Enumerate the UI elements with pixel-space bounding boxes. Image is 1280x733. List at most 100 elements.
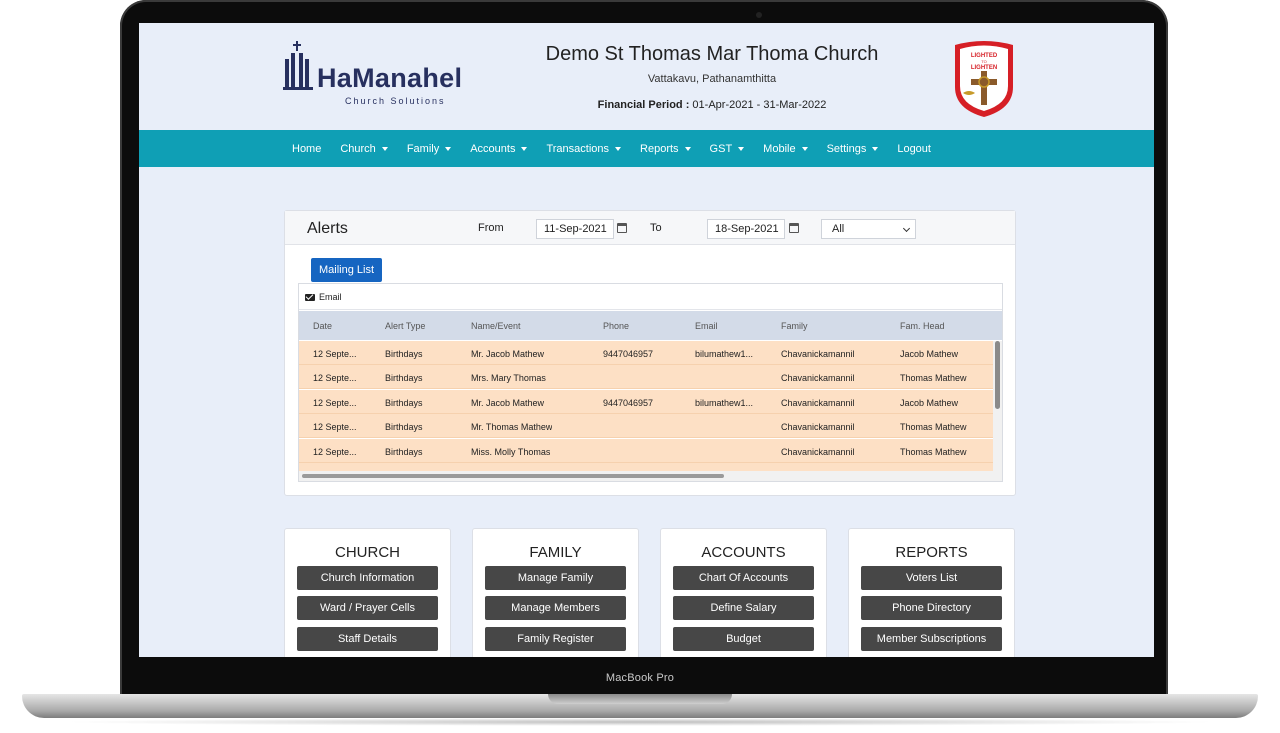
table-row[interactable]: 12 Septe... Birthdays Miss. Molly Thomas Ch…	[299, 438, 993, 463]
nav-item-settings[interactable]: Settings	[827, 143, 879, 155]
grid-body: 12 Septe... Birthdays Mr. Jacob Mathew 9447…	[299, 341, 993, 471]
alerts-toolbar: Alerts From 11-Sep-2021 To 18-Sep-2021 A…	[285, 211, 1015, 245]
table-cell: Mr. Thomas Mathew	[471, 422, 553, 433]
caret-down-icon	[872, 146, 879, 151]
table-row[interactable]: 12 Septe...BirthdaysMr. Mathew Jacob9447…	[299, 463, 993, 471]
financial-period-value: 01-Apr-2021 - 31-Mar-2022	[692, 99, 827, 111]
group-label: Email	[319, 292, 342, 302]
nav-item-label: Church	[340, 142, 376, 155]
table-cell: Birthdays	[385, 397, 423, 408]
table-cell: Birthdays	[385, 446, 423, 457]
financial-period-label: Financial Period :	[597, 99, 690, 111]
from-date-input[interactable]: 11-Sep-2021	[536, 219, 614, 239]
brand-logo[interactable]: HaManahel Church Solutions	[283, 41, 462, 111]
table-cell: bilumathew1...	[695, 397, 754, 408]
nav-item-church[interactable]: Church	[340, 142, 388, 155]
to-date-input[interactable]: 18-Sep-2021	[707, 219, 785, 239]
alert-type-select-value: All	[832, 223, 845, 235]
laptop-notch	[548, 694, 732, 704]
to-label: To	[650, 222, 662, 234]
table-row[interactable]: 12 Septe... Birthdays Mr. Jacob Mathew 9447…	[299, 341, 993, 365]
table-cell: Thomas Mathew	[900, 422, 967, 433]
caret-down-icon	[738, 146, 745, 151]
column-header-family[interactable]: Family	[781, 321, 808, 331]
nav-item-gst[interactable]: GST	[710, 143, 745, 155]
nav-item-accounts[interactable]: Accounts	[470, 142, 528, 155]
module-button-member-subscriptions[interactable]: Member Subscriptions	[861, 626, 1002, 651]
module-card-church: CHURCH Church Information Ward / Prayer Ce…	[284, 528, 451, 657]
module-title: REPORTS	[895, 544, 968, 561]
logo-tagline: Church Solutions	[345, 96, 446, 106]
column-header-fam-head[interactable]: Fam. Head	[900, 321, 945, 331]
table-cell: Miss. Molly Thomas	[471, 446, 551, 457]
module-button-ward-prayer-cells[interactable]: Ward / Prayer Cells	[297, 596, 438, 621]
nav-item-reports[interactable]: Reports	[640, 143, 691, 155]
nav-item-label: GST	[709, 142, 733, 155]
alert-type-select[interactable]: All	[821, 219, 916, 239]
table-cell: Mr. Jacob Mathew	[471, 397, 545, 408]
calendar-icon[interactable]	[617, 223, 627, 233]
horizontal-scrollbar[interactable]	[299, 471, 1002, 481]
nav-item-logout[interactable]: Logout	[897, 143, 931, 155]
module-button-family-register[interactable]: Family Register	[485, 626, 626, 651]
caret-down-icon	[521, 146, 528, 151]
chevron-down-icon	[902, 224, 911, 233]
table-cell: bilumathew1...	[695, 349, 754, 359]
module-button-phone-directory[interactable]: Phone Directory	[861, 596, 1002, 621]
nav-item-label: Reports	[640, 142, 679, 155]
nav-item-label: Home	[292, 142, 322, 155]
module-button-define-salary[interactable]: Define Salary	[673, 596, 814, 621]
module-button-chart-of-accounts[interactable]: Chart Of Accounts	[673, 566, 814, 590]
module-button-manage-members[interactable]: Manage Members	[485, 596, 626, 621]
camera-icon	[756, 12, 762, 18]
vertical-scrollbar[interactable]	[993, 341, 1002, 471]
nav-item-transactions[interactable]: Transactions	[546, 142, 622, 155]
module-button-voters-list[interactable]: Voters List	[861, 566, 1002, 590]
nav-item-label: Settings	[826, 142, 867, 155]
module-title: ACCOUNTS	[701, 544, 786, 561]
table-cell: 12 Septe...	[313, 373, 357, 384]
nav-item-family[interactable]: Family	[407, 143, 452, 155]
caret-down-icon	[615, 146, 622, 151]
caret-down-icon	[801, 146, 808, 151]
horizontal-scrollbar-thumb[interactable]	[302, 474, 724, 478]
module-button-manage-family[interactable]: Manage Family	[485, 566, 626, 590]
module-button-church-information[interactable]: Church Information	[297, 566, 438, 590]
mailing-list-button[interactable]: Mailing List	[311, 258, 382, 282]
module-button-staff-details[interactable]: Staff Details	[297, 626, 438, 651]
emblem-text-3: LIGHTEN	[971, 65, 997, 71]
table-cell: Birthdays	[385, 422, 423, 433]
laptop-frame: HaManahel Church Solutions Demo St Thoma…	[0, 0, 1280, 733]
site-header: HaManahel Church Solutions Demo St Thoma…	[139, 23, 1154, 130]
column-header-date[interactable]: Date	[313, 321, 332, 331]
laptop-shadow	[60, 718, 1220, 726]
table-row[interactable]: 12 Septe... Birthdays Mr. Thomas Mathew Cha…	[299, 414, 993, 439]
column-header-email[interactable]: Email	[695, 321, 718, 331]
module-button-budget[interactable]: Budget	[673, 626, 814, 651]
table-cell: 12 Septe...	[313, 397, 357, 408]
table-cell: Thomas Mathew	[900, 446, 967, 457]
nav-item-label: Transactions	[546, 142, 610, 155]
module-title: CHURCH	[335, 544, 400, 561]
calendar-icon[interactable]	[789, 223, 799, 233]
table-cell: Chavanickamannil	[781, 397, 855, 408]
table-row[interactable]: 12 Septe... Birthdays Mrs. Mary Thomas Chav…	[299, 365, 993, 390]
nav-item-home[interactable]: Home	[292, 143, 321, 155]
alerts-title: Alerts	[307, 220, 348, 237]
vertical-scrollbar-thumb[interactable]	[995, 341, 1000, 409]
table-cell: Mrs. Mary Thomas	[471, 373, 546, 384]
logo-wordmark: HaManahel	[317, 63, 463, 93]
table-row[interactable]: 12 Septe... Birthdays Mr. Jacob Mathew 9447…	[299, 389, 993, 414]
table-cell: Chavanickamannil	[781, 349, 855, 359]
caret-down-icon	[381, 146, 388, 151]
table-cell: Mr. Jacob Mathew	[471, 349, 545, 359]
column-header-name-event[interactable]: Name/Event	[471, 321, 521, 331]
nav-item-label: Accounts	[470, 142, 516, 155]
envelope-icon	[305, 294, 315, 301]
table-cell: Birthdays	[385, 373, 423, 384]
nav-item-mobile[interactable]: Mobile	[763, 143, 808, 155]
church-name: Demo St Thomas Mar Thoma Church	[545, 43, 879, 65]
grid-group-row[interactable]: Email	[299, 284, 1002, 310]
column-header-alert-type[interactable]: Alert Type	[385, 321, 425, 331]
column-header-phone[interactable]: Phone	[603, 321, 629, 331]
